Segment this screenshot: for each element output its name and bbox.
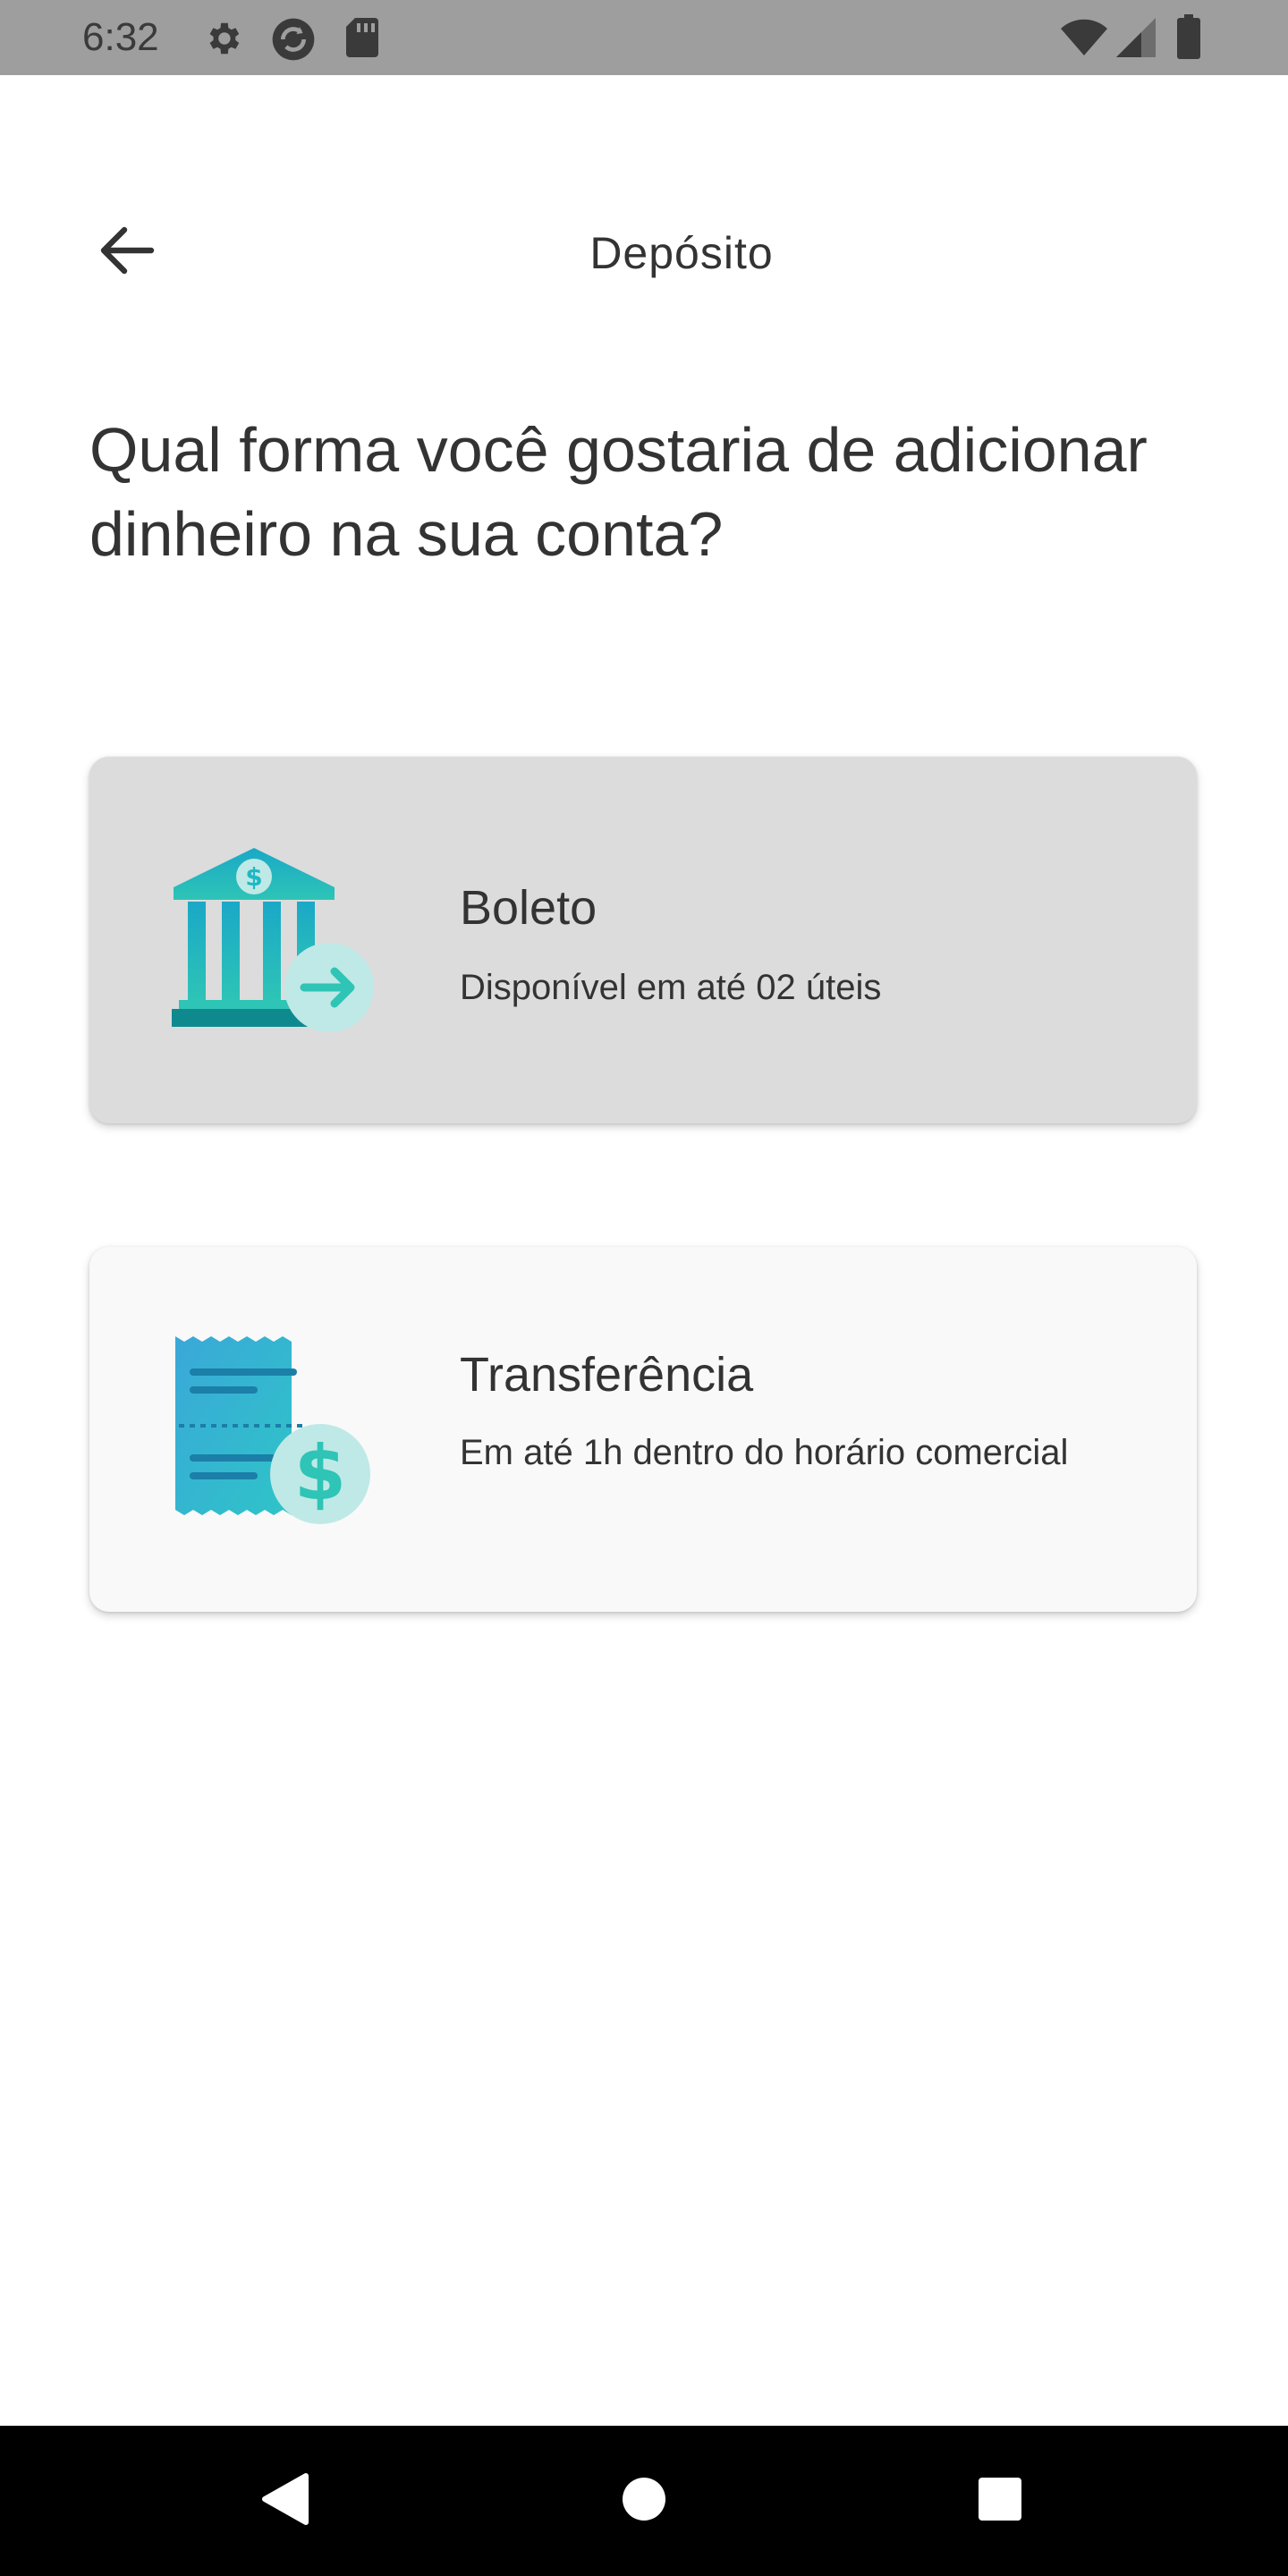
receipt-dollar-icon: $ [170,1336,374,1530]
svg-text:$: $ [294,1429,346,1517]
option-description: Disponível em até 02 úteis [460,968,882,1007]
home-circle-icon [621,2476,667,2527]
status-bar: 6:32 [0,0,1288,75]
signal-icon [1116,18,1156,57]
sd-card-icon [343,16,381,59]
page-title: Depósito [589,228,774,278]
option-card-boleto[interactable]: $ Boleto Disponível em até 02 úteis [89,757,1197,1123]
nav-home-button[interactable] [572,2426,716,2576]
recents-square-icon [977,2476,1023,2527]
option-title: Boleto [460,881,597,935]
bank-transfer-icon: $ [170,846,374,1040]
navigation-bar [0,2426,1288,2576]
svg-text:$: $ [245,862,262,892]
wifi-icon [1061,18,1107,57]
nav-back-button[interactable] [213,2426,356,2576]
option-card-transferencia[interactable]: $ Transferência Em até 1h dentro do horá… [89,1247,1197,1612]
question-heading: Qual forma você gostaria de adicionar di… [89,415,1148,569]
status-time: 6:32 [82,15,159,59]
gear-icon [202,18,243,59]
back-triangle-icon [259,2472,309,2530]
nav-recents-button[interactable] [928,2426,1072,2576]
option-description: Em até 1h dentro do horário comercial [460,1433,1069,1472]
battery-icon [1177,14,1200,59]
option-title: Transferência [460,1348,754,1402]
sync-icon [268,14,318,64]
